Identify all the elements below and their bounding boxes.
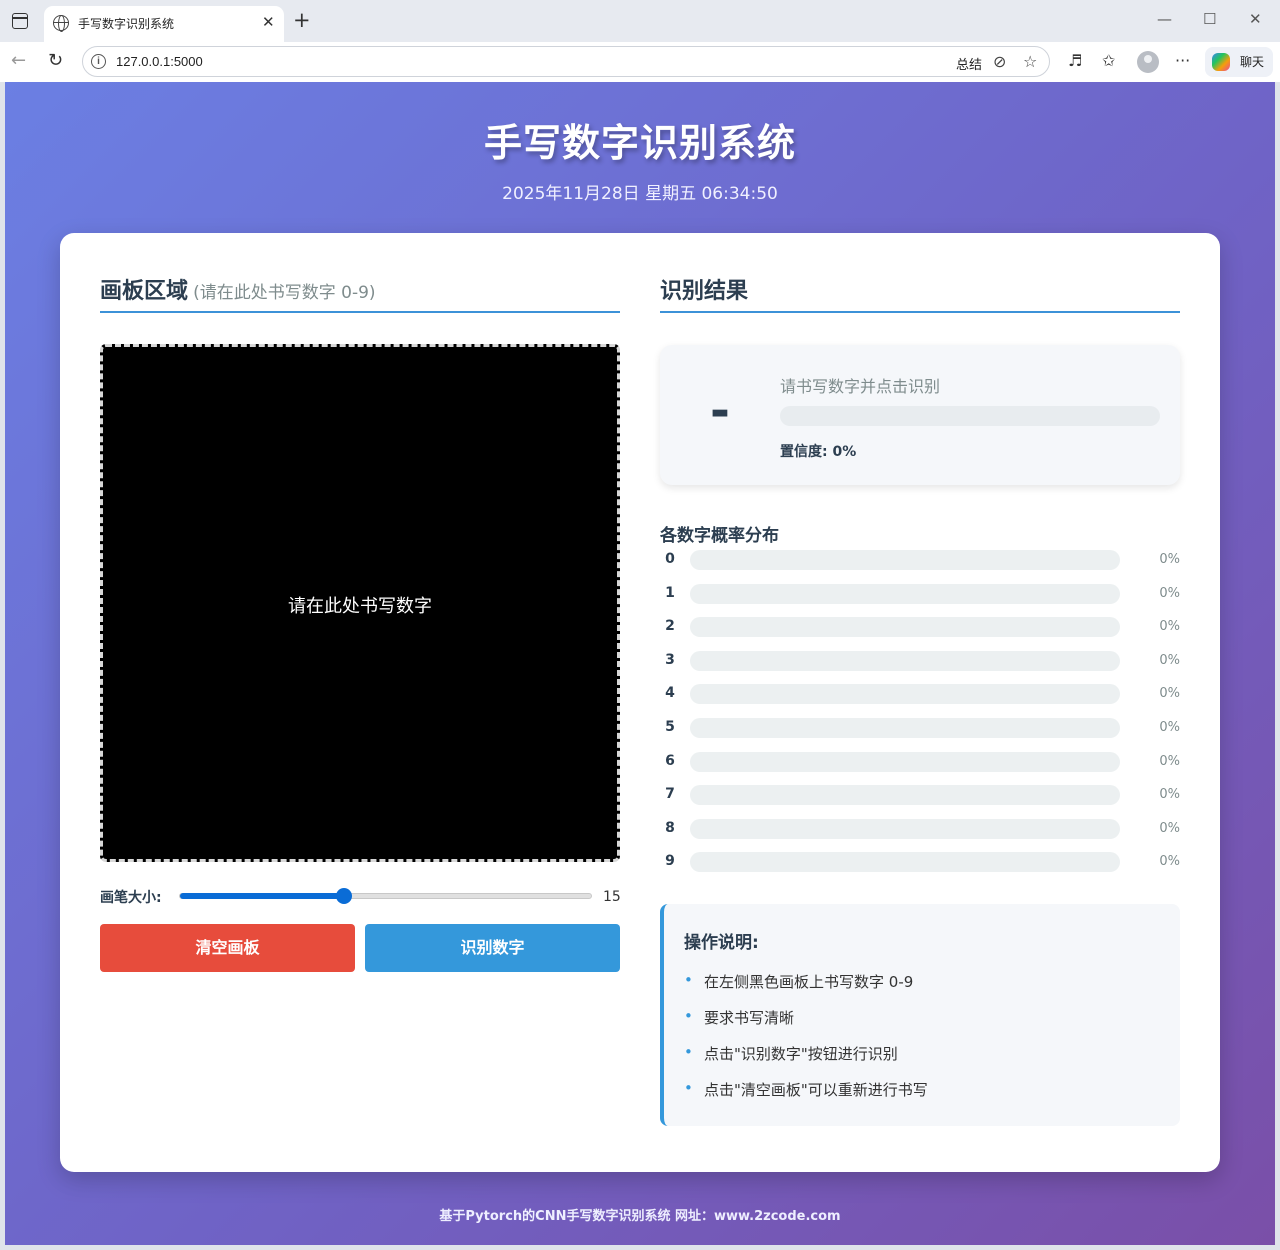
instruction-item: 点击"清空画板"可以重新进行书写 xyxy=(684,1079,928,1115)
favorites-icon[interactable]: ✩ xyxy=(1102,51,1115,70)
canvas-section-header: 画板区域 (请在此处书写数字 0-9) xyxy=(100,273,620,313)
slider-fill xyxy=(180,893,345,899)
instructions-title: 操作说明: xyxy=(684,933,759,953)
instruction-item: 要求书写清晰 xyxy=(684,1007,928,1043)
clear-canvas-button[interactable]: 清空画板 xyxy=(100,924,355,972)
brush-size-slider[interactable] xyxy=(179,888,592,904)
probability-value: 0% xyxy=(1159,720,1180,735)
probability-bar xyxy=(690,718,1120,738)
probability-row-4: 4 0% xyxy=(660,683,1180,705)
probability-row-6: 6 0% xyxy=(660,751,1180,773)
probability-row-8: 8 0% xyxy=(660,818,1180,840)
canvas-hint: 请在此处书写数字 xyxy=(288,596,432,617)
main-card: 画板区域 (请在此处书写数字 0-9) 请在此处书写数字 画笔大小: 15 清空… xyxy=(60,233,1220,1172)
read-aloud-icon[interactable]: ♬ xyxy=(1068,51,1082,70)
address-row: ← ↻ i 127.0.0.1:5000 总结 ⊘ ☆ ♬ ✩ ··· 聊天 xyxy=(0,42,1280,82)
page-viewport: 手写数字识别系统 2025年11月28日 星期五 06:34:50 画板区域 (… xyxy=(5,82,1275,1245)
instructions-panel: 操作说明: 在左侧黑色画板上书写数字 0-9 要求书写清晰 点击"识别数字"按钮… xyxy=(660,904,1180,1126)
probability-value: 0% xyxy=(1159,652,1180,668)
probability-bar xyxy=(690,650,1120,671)
probability-digit: 8 xyxy=(665,819,675,836)
probability-digit: 6 xyxy=(665,752,675,769)
probability-digit: 4 xyxy=(665,685,675,702)
probability-value: 0% xyxy=(1159,552,1180,567)
probability-bar xyxy=(690,617,1120,638)
summary-label[interactable]: 总结 xyxy=(956,54,982,73)
confidence-label: 置信度: 0% xyxy=(780,444,857,460)
probability-digit: 9 xyxy=(665,853,675,870)
probability-row-2: 2 0% xyxy=(660,616,1180,638)
slider-thumb[interactable] xyxy=(336,888,353,904)
probability-value: 0% xyxy=(1159,854,1180,870)
probability-digit: 2 xyxy=(665,618,675,635)
canvas-section-subtitle: (请在此处书写数字 0-9) xyxy=(193,283,376,303)
probability-bar xyxy=(690,818,1120,839)
result-section-title: 识别结果 xyxy=(660,279,749,304)
probability-bar xyxy=(690,785,1120,806)
copilot-icon xyxy=(1212,53,1230,71)
probability-row-1: 1 0% xyxy=(660,583,1180,605)
maximize-button[interactable]: ☐ xyxy=(1203,10,1216,28)
page-title: 手写数字识别系统 xyxy=(483,121,796,165)
recognize-button[interactable]: 识别数字 xyxy=(365,924,620,972)
probability-row-7: 7 0% xyxy=(660,784,1180,806)
probability-digit: 0 xyxy=(665,551,675,567)
close-tab-icon[interactable]: ✕ xyxy=(262,13,275,31)
probability-value: 0% xyxy=(1159,619,1180,635)
probability-bar xyxy=(690,550,1120,570)
probability-bar xyxy=(690,852,1120,873)
info-icon[interactable]: i xyxy=(91,54,106,69)
instruction-item: 在左侧黑色画板上书写数字 0-9 xyxy=(684,971,928,1007)
tab-actions-icon[interactable] xyxy=(12,13,28,29)
favorite-star-icon[interactable]: ☆ xyxy=(1023,52,1037,71)
probability-value: 0% xyxy=(1159,585,1180,601)
probability-row-5: 5 0% xyxy=(660,717,1180,739)
probability-digit: 5 xyxy=(665,719,675,735)
back-icon[interactable]: ← xyxy=(11,50,26,71)
new-tab-button[interactable]: + xyxy=(293,9,311,31)
brush-size-value: 15 xyxy=(603,889,621,905)
probability-value: 0% xyxy=(1159,686,1180,702)
result-digit: - xyxy=(710,383,730,439)
url-text[interactable]: 127.0.0.1:5000 xyxy=(116,54,203,69)
browser-tab[interactable]: 手写数字识别系统 ✕ xyxy=(44,6,284,42)
footer: 基于Pytorch的CNN手写数字识别系统 网址：www.2zcode.com xyxy=(439,1209,841,1224)
translate-icon[interactable]: ⊘ xyxy=(993,52,1006,71)
probability-bar xyxy=(690,751,1120,772)
probability-bar xyxy=(690,684,1120,705)
brush-size-label: 画笔大小: xyxy=(100,890,162,906)
datetime: 2025年11月28日 星期五 06:34:50 xyxy=(502,184,778,204)
probability-value: 0% xyxy=(1159,820,1180,836)
distribution-title: 各数字概率分布 xyxy=(660,526,779,546)
canvas-section-title: 画板区域 xyxy=(100,279,189,304)
chat-label: 聊天 xyxy=(1240,55,1265,69)
chat-button[interactable]: 聊天 xyxy=(1205,47,1273,77)
drawing-canvas[interactable]: 请在此处书写数字 xyxy=(100,344,620,862)
probability-row-0: 0 0% xyxy=(660,549,1180,571)
result-box: - 请书写数字并点击识别 置信度: 0% xyxy=(660,345,1180,485)
confidence-bar xyxy=(780,406,1160,426)
address-bar[interactable]: i 127.0.0.1:5000 总结 ⊘ ☆ xyxy=(82,46,1050,77)
reload-icon[interactable]: ↻ xyxy=(48,50,63,71)
probability-row-9: 9 0% xyxy=(660,851,1180,873)
probability-digit: 7 xyxy=(665,786,675,803)
probability-digit: 3 xyxy=(665,651,675,668)
instructions-list: 在左侧黑色画板上书写数字 0-9 要求书写清晰 点击"识别数字"按钮进行识别 点… xyxy=(684,971,928,1115)
more-options-icon[interactable]: ··· xyxy=(1175,51,1190,70)
result-message: 请书写数字并点击识别 xyxy=(780,377,941,396)
probability-bar xyxy=(690,583,1120,604)
tab-bar: 手写数字识别系统 ✕ + — ☐ ✕ xyxy=(0,0,1280,42)
probability-row-3: 3 0% xyxy=(660,650,1180,672)
instruction-item: 点击"识别数字"按钮进行识别 xyxy=(684,1043,928,1079)
globe-icon xyxy=(53,15,69,32)
tab-title: 手写数字识别系统 xyxy=(78,17,175,31)
result-section-header: 识别结果 xyxy=(660,273,1180,313)
browser-chrome: 手写数字识别系统 ✕ + — ☐ ✕ ← ↻ i 127.0.0.1:5000 … xyxy=(0,0,1280,82)
probability-digit: 1 xyxy=(665,584,675,601)
probability-value: 0% xyxy=(1159,753,1180,769)
minimize-button[interactable]: — xyxy=(1157,10,1172,28)
profile-avatar[interactable] xyxy=(1137,51,1159,73)
close-window-button[interactable]: ✕ xyxy=(1249,10,1262,28)
probability-value: 0% xyxy=(1159,787,1180,803)
